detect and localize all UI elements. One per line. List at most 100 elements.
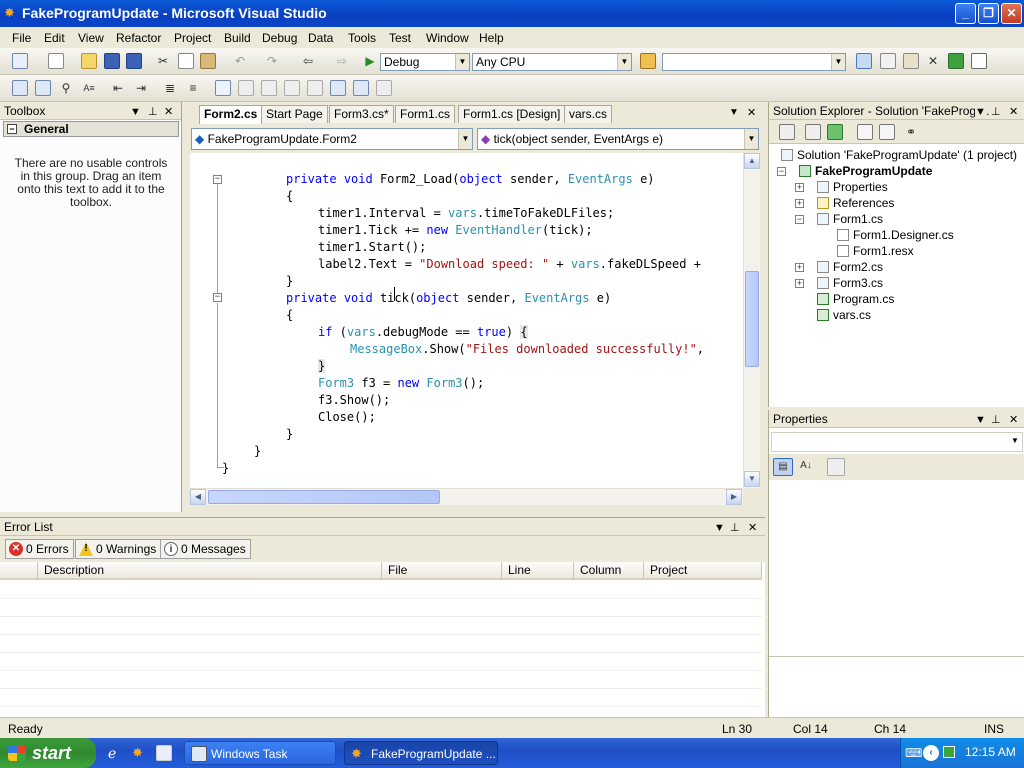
column-header-description[interactable]: Description	[38, 562, 382, 580]
window-position-icon[interactable]: ▼	[130, 103, 141, 121]
menu-project[interactable]: Project	[174, 31, 211, 45]
clock[interactable]: 12:15 AM	[965, 745, 1016, 759]
increase-indent-icon[interactable]: ⇥	[133, 80, 149, 96]
previous-bookmark-icon[interactable]	[238, 80, 254, 96]
start-page-icon[interactable]	[948, 53, 964, 69]
tab-vars-cs[interactable]: vars.cs	[564, 105, 613, 123]
tab-form2-cs[interactable]: Form2.cs	[199, 105, 263, 124]
auto-hide-pin-icon[interactable]: ⊥	[991, 411, 1001, 429]
tab-start-page[interactable]: Start Page	[261, 105, 328, 123]
window-position-icon[interactable]: ▼	[975, 103, 986, 119]
property-pages-icon[interactable]	[827, 458, 845, 476]
minimize-button[interactable]: _	[955, 3, 976, 24]
menu-refactor[interactable]: Refactor	[116, 31, 161, 45]
column-header-file[interactable]: File	[382, 562, 502, 580]
menu-file[interactable]: File	[12, 31, 31, 45]
auto-hide-pin-icon[interactable]: ⊥	[730, 519, 740, 537]
show-hidden-icons-icon[interactable]: ‹	[923, 745, 939, 761]
quick-info-icon[interactable]: ⚲	[58, 80, 74, 96]
expand-icon[interactable]: +	[795, 279, 804, 288]
window-position-icon[interactable]: ▼	[975, 411, 986, 429]
menu-help[interactable]: Help	[479, 31, 504, 45]
save-icon[interactable]	[104, 53, 120, 69]
menu-test[interactable]: Test	[389, 31, 411, 45]
tree-form1-designer[interactable]: Form1.Designer.cs	[837, 228, 954, 242]
menu-tools[interactable]: Tools	[348, 31, 376, 45]
keyboard-icon[interactable]: ⌨	[905, 746, 922, 760]
toolbox-empty-message[interactable]: There are no usable controls in this gro…	[10, 157, 172, 209]
toolbox-icon[interactable]: ✕	[925, 53, 941, 69]
clear-bookmarks-icon[interactable]	[376, 80, 392, 96]
show-desktop-icon[interactable]	[156, 745, 172, 761]
menu-window[interactable]: Window	[426, 31, 469, 45]
collapse-icon[interactable]: −	[795, 215, 804, 224]
tree-form1-cs[interactable]: Form1.cs	[817, 212, 883, 226]
solution-configuration-combo[interactable]: Debug ▼	[380, 53, 470, 71]
menu-debug[interactable]: Debug	[262, 31, 297, 45]
code-text-area[interactable]: − − private void Form2_Load(object sende…	[190, 153, 743, 488]
previous-bookmark-folder-icon[interactable]	[284, 80, 300, 96]
display-object-member-list-icon[interactable]	[12, 80, 28, 96]
scroll-thumb[interactable]	[208, 490, 440, 504]
toggle-bookmark-icon[interactable]	[215, 80, 231, 96]
previous-bookmark-document-icon[interactable]	[330, 80, 346, 96]
navigate-backward-icon[interactable]: ⇦	[300, 53, 316, 69]
copy-icon[interactable]	[178, 53, 194, 69]
object-selector-combo[interactable]: ▼	[771, 432, 1023, 452]
collapse-icon[interactable]: −	[213, 293, 222, 302]
find-in-files-icon[interactable]	[640, 53, 656, 69]
start-debugging-icon[interactable]: ▶	[362, 53, 378, 69]
next-bookmark-folder-icon[interactable]	[307, 80, 323, 96]
column-header-project[interactable]: Project	[644, 562, 762, 580]
editor-vertical-scrollbar[interactable]: ▲ ▼	[743, 153, 760, 488]
uncomment-lines-icon[interactable]: ≡	[185, 80, 201, 96]
menu-data[interactable]: Data	[308, 31, 333, 45]
auto-hide-pin-icon[interactable]: ⊥	[148, 103, 158, 121]
menu-view[interactable]: View	[78, 31, 104, 45]
network-icon[interactable]	[943, 746, 955, 758]
show-all-files-icon[interactable]	[805, 124, 821, 140]
tree-form2-cs[interactable]: Form2.cs	[817, 260, 883, 274]
active-files-icon[interactable]: ▼	[729, 107, 739, 118]
close-icon[interactable]: ✕	[1009, 103, 1019, 119]
object-browser-icon[interactable]	[903, 53, 919, 69]
scroll-down-icon[interactable]: ▼	[744, 471, 760, 487]
tree-vars-cs[interactable]: vars.cs	[817, 308, 871, 322]
paste-icon[interactable]	[200, 53, 216, 69]
command-window-icon[interactable]	[971, 53, 987, 69]
class-combo[interactable]: ◆ FakeProgramUpdate.Form2 ▼	[191, 128, 473, 150]
collapse-icon[interactable]: −	[7, 124, 17, 134]
scroll-up-icon[interactable]: ▲	[744, 153, 760, 169]
errors-filter-button[interactable]: ✕ 0 Errors	[5, 539, 74, 559]
tab-form3-cs[interactable]: Form3.cs*	[329, 105, 394, 123]
task-fakeprogramupdate[interactable]: ✸ FakeProgramUpdate ...	[344, 741, 498, 765]
properties-icon[interactable]	[779, 124, 795, 140]
tree-program-cs[interactable]: Program.cs	[817, 292, 894, 306]
task-windows-task-manager[interactable]: Windows Task Manager	[184, 741, 336, 765]
decrease-indent-icon[interactable]: ⇤	[110, 80, 126, 96]
tree-project[interactable]: FakeProgramUpdate	[799, 164, 932, 178]
solution-platform-combo[interactable]: Any CPU ▼	[472, 53, 632, 71]
redo-icon[interactable]: ↷	[264, 53, 280, 69]
close-button[interactable]: ✕	[1001, 3, 1022, 24]
next-bookmark-document-icon[interactable]	[353, 80, 369, 96]
window-position-icon[interactable]: ▼	[714, 519, 725, 537]
undo-icon[interactable]: ↶	[232, 53, 248, 69]
alphabetical-icon[interactable]: A↓	[797, 458, 815, 476]
close-icon[interactable]: ✕	[1009, 411, 1018, 429]
categorized-icon[interactable]: ▤	[773, 458, 793, 476]
tree-form1-resx[interactable]: Form1.resx	[837, 244, 914, 258]
menu-edit[interactable]: Edit	[44, 31, 65, 45]
view-class-diagram-icon[interactable]: ⚭	[903, 124, 919, 140]
scroll-right-icon[interactable]: ▶	[726, 489, 742, 505]
add-item-icon[interactable]	[48, 53, 64, 69]
open-file-icon[interactable]	[81, 53, 97, 69]
scroll-thumb[interactable]	[745, 271, 759, 367]
collapse-icon[interactable]: −	[213, 175, 222, 184]
messages-filter-button[interactable]: i 0 Messages	[160, 539, 251, 559]
column-header-icon[interactable]	[0, 562, 38, 580]
expand-icon[interactable]: +	[795, 263, 804, 272]
tree-properties[interactable]: Properties	[817, 180, 888, 194]
editor-horizontal-scrollbar[interactable]: ◀ ▶	[190, 488, 743, 505]
internet-explorer-icon[interactable]: ℯ	[108, 745, 124, 761]
